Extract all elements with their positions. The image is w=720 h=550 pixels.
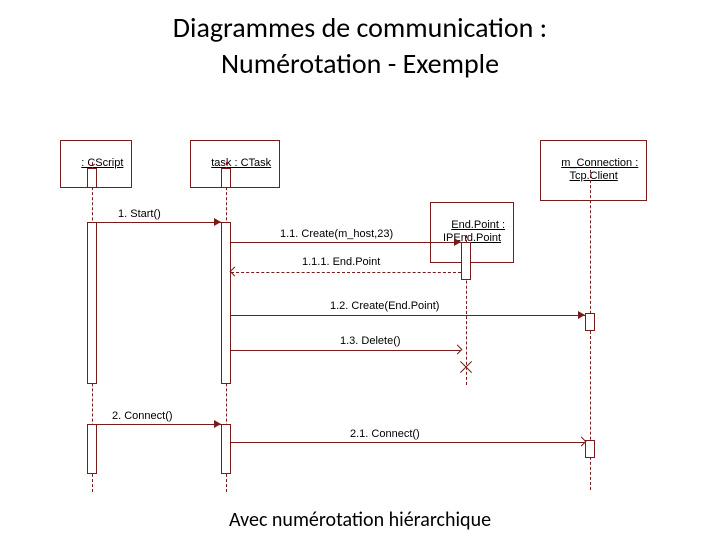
activation-tcpclient-1 — [585, 313, 595, 331]
msg-1-3-delete-arrow — [231, 350, 461, 351]
msg-1-3-delete-label: 1.3. Delete() — [340, 335, 401, 347]
activation-cscript-head — [87, 168, 97, 188]
msg-1-start-arrow — [97, 222, 221, 223]
participant-endpoint-label: End.Point : IPEnd.Point — [443, 219, 505, 244]
activation-cscript-1 — [87, 222, 97, 384]
msg-2-connect-arrow — [97, 424, 221, 425]
sequence-diagram: : CScript task : CTask End.Point : IPEnd… — [40, 140, 680, 490]
msg-1-2-create-label: 1.2. Create(End.Point) — [330, 300, 439, 312]
msg-2-connect-label: 2. Connect() — [112, 410, 173, 422]
participant-ctask: task : CTask — [190, 140, 280, 188]
participant-tcpclient: m_Connection : Tcp.Client — [540, 140, 647, 201]
msg-1-1-create-label: 1.1. Create(m_host,23) — [280, 228, 393, 240]
participant-endpoint: End.Point : IPEnd.Point — [430, 202, 514, 263]
participant-tcpclient-label: m_Connection : Tcp.Client — [561, 157, 638, 182]
msg-1-1-1-return-arrow — [231, 272, 461, 273]
slide-caption: Avec numérotation hiérarchique — [0, 508, 720, 532]
msg-1-3-delete-head — [453, 345, 463, 355]
msg-1-1-create-arrow — [231, 242, 461, 243]
title-line-2: Numérotation - Exemple — [221, 46, 499, 81]
msg-1-1-1-return-label: 1.1.1. End.Point — [302, 256, 380, 268]
activation-cscript-2 — [87, 424, 97, 474]
slide-title: Diagrammes de communication : Numérotati… — [40, 10, 680, 83]
msg-1-start-label: 1. Start() — [118, 208, 161, 220]
activation-ctask-head — [221, 168, 231, 188]
msg-1-1-create-head — [454, 238, 461, 246]
msg-2-connect-head — [214, 420, 221, 428]
msg-1-2-create-arrow — [231, 315, 585, 316]
destroy-endpoint-icon — [459, 360, 473, 374]
activation-ctask-2 — [221, 424, 231, 474]
msg-1-2-create-head — [578, 311, 585, 319]
activation-tcpclient-2 — [585, 440, 595, 458]
activation-endpoint-1 — [461, 242, 471, 280]
title-line-1: Diagrammes de communication : — [173, 10, 547, 45]
msg-2-1-connect-arrow — [231, 442, 585, 443]
msg-1-1-1-return-head — [230, 267, 240, 277]
activation-ctask-1 — [221, 222, 231, 384]
msg-1-start-head — [214, 218, 221, 226]
msg-2-1-connect-label: 2.1. Connect() — [350, 428, 420, 440]
